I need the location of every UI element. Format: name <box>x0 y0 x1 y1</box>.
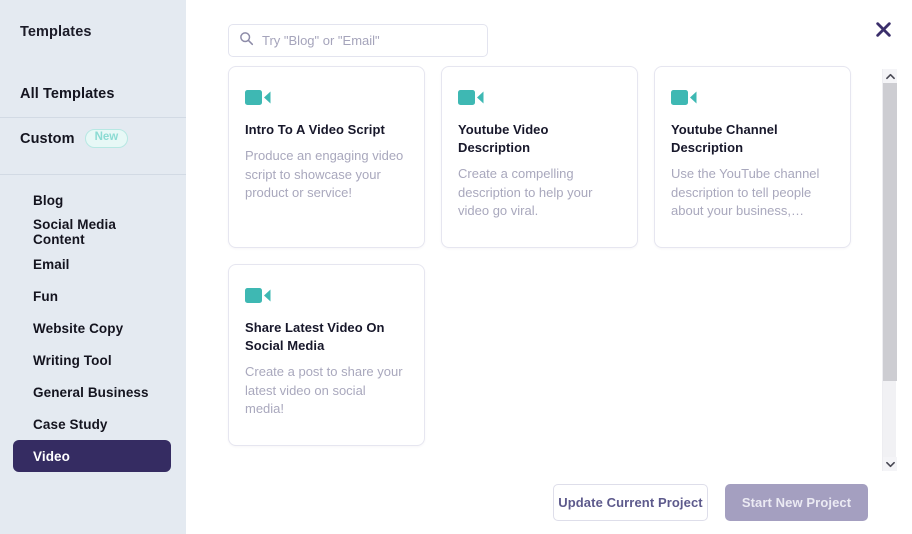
sidebar-item-label: Website Copy <box>33 321 123 336</box>
template-card-description: Produce an engaging video script to show… <box>245 147 408 203</box>
template-card[interactable]: Share Latest Video On Social Media Creat… <box>228 264 425 446</box>
sidebar-item-label: General Business <box>33 385 149 400</box>
template-card-title: Intro To A Video Script <box>245 121 408 139</box>
sidebar-item-label: Case Study <box>33 417 108 432</box>
sidebar-item-writing-tool[interactable]: Writing Tool <box>13 344 171 376</box>
template-card-description: Create a post to share your latest video… <box>245 363 408 419</box>
sidebar-title: Templates <box>0 0 186 40</box>
chevron-down-icon <box>886 455 895 473</box>
sidebar-item-case-study[interactable]: Case Study <box>13 408 171 440</box>
sidebar-item-custom[interactable]: Custom New <box>0 118 186 159</box>
sidebar-item-website-copy[interactable]: Website Copy <box>13 312 171 344</box>
templates-modal: Templates All Templates Custom New Blog … <box>0 0 912 534</box>
templates-list: Intro To A Video Script Produce an engag… <box>228 66 912 466</box>
sidebar-category-list: Blog Social Media Content Email Fun Webs… <box>0 175 186 472</box>
sidebar-item-label: Fun <box>33 289 58 304</box>
sidebar-item-blog[interactable]: Blog <box>13 184 171 216</box>
main-panel: Intro To A Video Script Produce an engag… <box>186 0 912 534</box>
sidebar-item-email[interactable]: Email <box>13 248 171 280</box>
sidebar-item-label: Social Media Content <box>33 217 171 247</box>
sidebar-item-label: Email <box>33 257 70 272</box>
sidebar-item-label: Writing Tool <box>33 353 112 368</box>
scroll-down-button[interactable] <box>883 457 897 471</box>
sidebar-item-social-media-content[interactable]: Social Media Content <box>13 216 171 248</box>
start-new-project-button[interactable]: Start New Project <box>725 484 868 521</box>
new-badge: New <box>85 129 129 148</box>
scrollbar-thumb[interactable] <box>883 83 897 381</box>
sidebar-item-label: Blog <box>33 193 63 208</box>
scrollbar-track[interactable] <box>883 83 897 457</box>
video-camera-icon <box>458 89 621 111</box>
close-button[interactable] <box>872 20 894 42</box>
sidebar: Templates All Templates Custom New Blog … <box>0 0 186 534</box>
search-icon <box>239 31 254 51</box>
template-card[interactable]: Intro To A Video Script Produce an engag… <box>228 66 425 248</box>
template-card-title: Youtube Video Description <box>458 121 621 157</box>
sidebar-item-all-templates[interactable]: All Templates <box>0 86 186 102</box>
template-card-description: Use the YouTube channel description to t… <box>671 165 834 221</box>
search-input[interactable] <box>262 33 477 48</box>
template-card[interactable]: Youtube Channel Description Use the YouT… <box>654 66 851 248</box>
template-card-title: Youtube Channel Description <box>671 121 834 157</box>
video-camera-icon <box>671 89 834 111</box>
scroll-up-button[interactable] <box>883 69 897 83</box>
sidebar-item-custom-label: Custom <box>20 131 75 147</box>
sidebar-item-video[interactable]: Video <box>13 440 171 472</box>
sidebar-item-general-business[interactable]: General Business <box>13 376 171 408</box>
video-camera-icon <box>245 287 408 309</box>
sidebar-item-label: Video <box>33 449 70 464</box>
template-card-title: Share Latest Video On Social Media <box>245 319 408 355</box>
close-icon <box>875 21 892 41</box>
sidebar-item-fun[interactable]: Fun <box>13 280 171 312</box>
footer-actions: Update Current Project Start New Project <box>553 484 868 521</box>
vertical-scrollbar[interactable] <box>882 69 896 471</box>
update-current-project-button[interactable]: Update Current Project <box>553 484 708 521</box>
search-box[interactable] <box>228 24 488 57</box>
video-camera-icon <box>245 89 408 111</box>
template-card[interactable]: Youtube Video Description Create a compe… <box>441 66 638 248</box>
templates-grid: Intro To A Video Script Produce an engag… <box>228 66 912 446</box>
template-card-description: Create a compelling description to help … <box>458 165 621 221</box>
